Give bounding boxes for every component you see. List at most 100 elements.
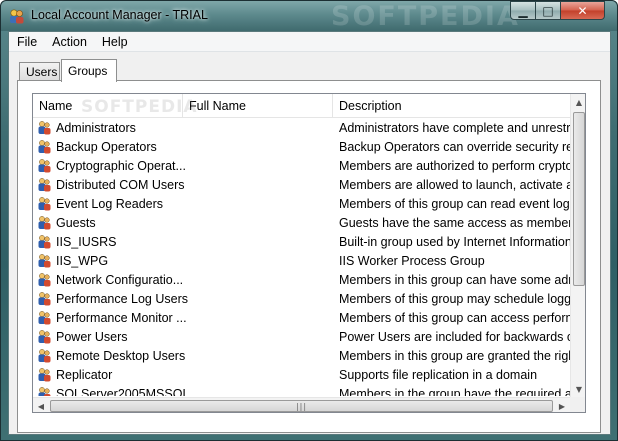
list-item[interactable]: IIS_WPG IIS Worker Process Group — [33, 251, 570, 270]
menu-bar: File Action Help — [9, 32, 610, 52]
app-icon[interactable] — [8, 8, 25, 25]
group-description: Members of this group may schedule loggi… — [339, 291, 570, 306]
group-description: Administrators have complete and unrestr… — [339, 120, 570, 135]
group-name-cell: Cryptographic Operat... — [33, 158, 333, 174]
group-description: Supports file replication in a domain — [339, 367, 538, 382]
horizontal-scroll-thumb[interactable]: ||| — [50, 400, 553, 412]
list-item[interactable]: Guests Guests have the same access as mem… — [33, 213, 570, 232]
group-description: Members of this group can access perform… — [339, 310, 570, 325]
list-item[interactable]: Performance Monitor ... Members of this g… — [33, 308, 570, 327]
list-item[interactable]: Distributed COM Users Members are allowed… — [33, 175, 570, 194]
group-users-icon — [36, 329, 52, 345]
list-item[interactable]: Administrators Administrators have comple… — [33, 118, 570, 137]
group-name: Backup Operators — [56, 139, 157, 154]
group-name: Performance Monitor ... — [56, 310, 187, 325]
list-item[interactable]: Event Log Readers Members of this group c… — [33, 194, 570, 213]
window-title: Local Account Manager - TRIAL — [31, 8, 208, 22]
group-users-icon — [36, 158, 52, 174]
list-watermark: SOFTPEDIA — [81, 97, 198, 117]
group-name-cell: Guests — [33, 215, 333, 231]
scroll-up-arrow-icon[interactable]: ▲ — [571, 94, 585, 110]
group-description: Members in the group have the required a… — [339, 386, 570, 397]
group-name-cell: Replicator — [33, 367, 333, 383]
group-description: Members are allowed to launch, activate … — [339, 177, 570, 192]
vertical-scrollbar[interactable]: ▲ ▼ — [570, 94, 585, 397]
group-name: Cryptographic Operat... — [56, 158, 186, 173]
group-description: Members in this group can have some adm.… — [339, 272, 570, 287]
app-window: SOFTPEDIA Local Account Manager - TRIAL … — [0, 0, 618, 441]
tab-users[interactable]: Users — [19, 62, 60, 81]
group-description: Power Users are included for backwards c… — [339, 329, 570, 344]
group-name: Power Users — [56, 329, 128, 344]
menu-file[interactable]: File — [10, 35, 44, 49]
groups-panel: Name Full Name Description SOFTPEDIA Adm… — [17, 80, 601, 433]
horizontal-scrollbar[interactable]: ◀ ||| ▶ — [33, 397, 570, 412]
group-users-icon — [36, 310, 52, 326]
group-name: IIS_IUSRS — [56, 234, 117, 249]
list-item[interactable]: Backup Operators Backup Operators can ove… — [33, 137, 570, 156]
title-watermark: SOFTPEDIA — [331, 1, 520, 32]
menu-action[interactable]: Action — [45, 35, 94, 49]
column-header-description[interactable]: Description — [333, 94, 570, 118]
group-name: Network Configuratio... — [56, 272, 184, 287]
list-item[interactable]: Replicator Supports file replication in a… — [33, 365, 570, 384]
list-item[interactable]: Remote Desktop Users Members in this grou… — [33, 346, 570, 365]
group-users-icon — [36, 367, 52, 383]
list-item[interactable]: Network Configuratio... Members in this g… — [33, 270, 570, 289]
group-name-cell: IIS_WPG — [33, 253, 333, 269]
vertical-scroll-thumb[interactable] — [573, 112, 585, 286]
list-item[interactable]: Cryptographic Operat... Members are autho… — [33, 156, 570, 175]
title-bar[interactable]: SOFTPEDIA Local Account Manager - TRIAL … — [1, 1, 617, 32]
group-description: Members in this group are granted the ri… — [339, 348, 570, 363]
list-rows: Administrators Administrators have comple… — [33, 118, 570, 396]
list-header: Name Full Name Description SOFTPEDIA — [33, 94, 570, 118]
group-name-cell: Performance Log Users — [33, 291, 333, 307]
group-description: IIS Worker Process Group — [339, 253, 485, 268]
group-users-icon — [36, 291, 52, 307]
group-users-icon — [36, 215, 52, 231]
group-users-icon — [36, 234, 52, 250]
group-users-icon — [36, 348, 52, 364]
group-description: Guests have the same access as members o… — [339, 215, 570, 230]
minimize-button[interactable]: ▁ — [510, 1, 536, 20]
group-description: Backup Operators can override security r… — [339, 139, 570, 154]
group-name-cell: SQLServer2005MSSQL... — [33, 386, 333, 397]
group-name: Performance Log Users — [56, 291, 189, 306]
group-users-icon — [36, 386, 52, 396]
group-name: Remote Desktop Users — [56, 348, 186, 363]
menu-help[interactable]: Help — [95, 35, 135, 49]
group-users-icon — [36, 177, 52, 193]
group-description: Members of this group can read event log… — [339, 196, 570, 211]
list-item[interactable]: Power Users Power Users are included for … — [33, 327, 570, 346]
scrollbar-corner — [570, 397, 585, 412]
group-users-icon — [36, 272, 52, 288]
maximize-button[interactable]: □ — [535, 1, 561, 20]
group-name-cell: IIS_IUSRS — [33, 234, 333, 250]
group-name: Guests — [56, 215, 96, 230]
group-users-icon — [36, 253, 52, 269]
close-button[interactable]: ✕ — [560, 1, 605, 20]
group-users-icon — [36, 139, 52, 155]
scroll-left-arrow-icon[interactable]: ◀ — [33, 398, 49, 412]
group-name: Administrators — [56, 120, 136, 135]
list-item[interactable]: SQLServer2005MSSQL... Members in the grou… — [33, 384, 570, 396]
tab-groups[interactable]: Groups — [61, 59, 117, 82]
group-description: Members are authorized to perform crypto… — [339, 158, 570, 173]
group-users-icon — [36, 120, 52, 136]
list-item[interactable]: IIS_IUSRS Built-in group used by Internet… — [33, 232, 570, 251]
group-name: Replicator — [56, 367, 113, 382]
group-name: Event Log Readers — [56, 196, 164, 211]
scroll-right-arrow-icon[interactable]: ▶ — [554, 398, 570, 412]
group-name-cell: Power Users — [33, 329, 333, 345]
group-name-cell: Backup Operators — [33, 139, 333, 155]
group-name: Distributed COM Users — [56, 177, 185, 192]
column-header-full-name[interactable]: Full Name — [183, 94, 333, 118]
list-item[interactable]: Performance Log Users Members of this gro… — [33, 289, 570, 308]
group-name: IIS_WPG — [56, 253, 109, 268]
group-name-cell: Administrators — [33, 120, 333, 136]
group-name: SQLServer2005MSSQL... — [56, 386, 200, 397]
scroll-down-arrow-icon[interactable]: ▼ — [571, 381, 585, 397]
groups-list[interactable]: Name Full Name Description SOFTPEDIA Adm… — [32, 93, 586, 413]
client-area: File Action Help Users Groups Name Full … — [8, 31, 611, 435]
group-name-cell: Network Configuratio... — [33, 272, 333, 288]
